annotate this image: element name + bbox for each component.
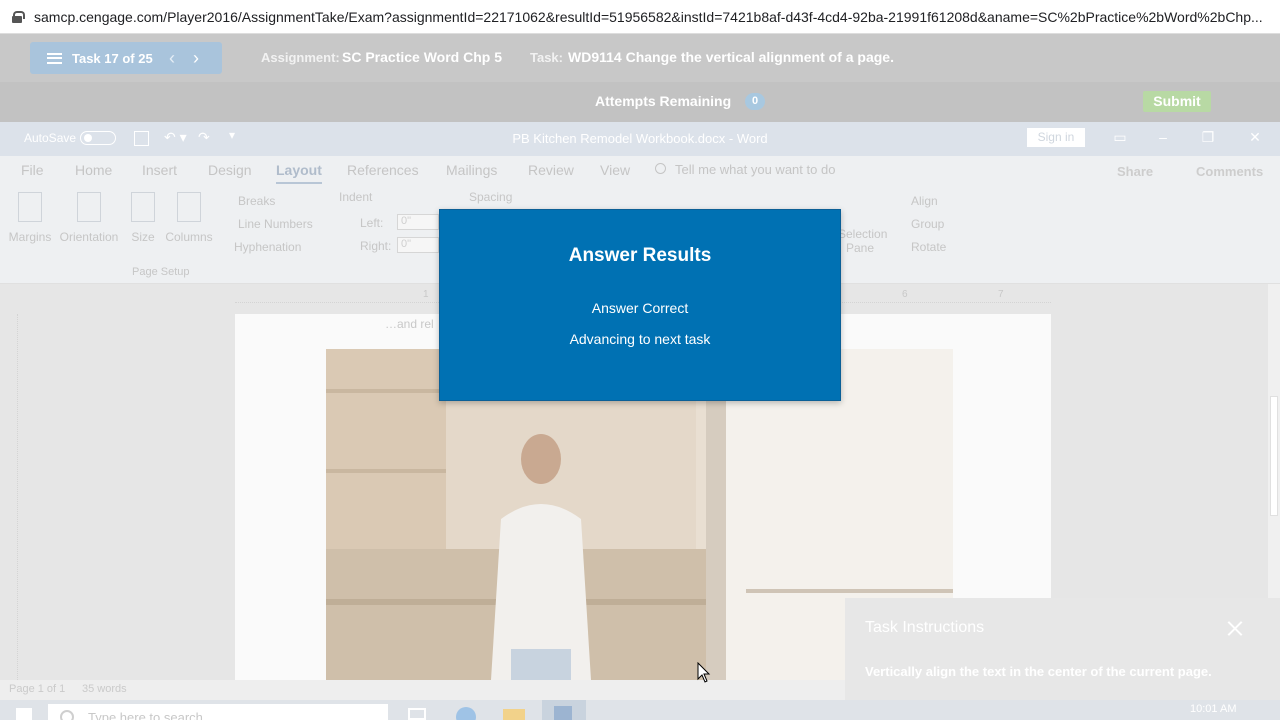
lock-icon xyxy=(12,10,25,23)
hyphenation-button[interactable]: Hyphenation xyxy=(234,240,301,254)
next-task-button[interactable]: › xyxy=(184,48,208,69)
search-icon xyxy=(60,710,74,720)
indent-right-label: Right: xyxy=(360,239,392,253)
close-icon[interactable] xyxy=(1225,618,1245,638)
ruler-number: 1 xyxy=(423,289,429,300)
comments-button[interactable]: Comments xyxy=(1196,164,1263,179)
answer-results-dialog: Answer Results Answer Correct Advancing … xyxy=(439,209,841,401)
task-name: WD9114 Change the vertical alignment of … xyxy=(568,49,894,65)
file-explorer-icon[interactable] xyxy=(503,709,525,720)
group-button[interactable]: Group xyxy=(911,217,944,231)
tab-home[interactable]: Home xyxy=(75,162,112,178)
task-view-icon[interactable] xyxy=(408,708,426,720)
ribbon-display-icon[interactable]: ▭ xyxy=(1110,129,1130,146)
task-counter[interactable]: Task 17 of 25 xyxy=(72,51,160,66)
selection-pane-label-2[interactable]: Pane xyxy=(846,241,874,255)
rotate-button[interactable]: Rotate xyxy=(911,240,946,254)
page-text: …and rel xyxy=(385,317,434,331)
page-count: Page 1 of 1 xyxy=(9,683,66,695)
tab-design[interactable]: Design xyxy=(208,162,252,178)
orientation-icon xyxy=(77,192,101,222)
minimize-icon[interactable]: – xyxy=(1153,129,1173,145)
page-setup-group-label: Page Setup xyxy=(132,266,190,278)
tell-me-search[interactable]: Tell me what you want to do xyxy=(675,162,835,177)
close-window-icon[interactable]: ✕ xyxy=(1245,129,1265,146)
task-instructions-text: Vertically align the text in the center … xyxy=(865,664,1212,679)
indent-right-input[interactable]: 0" xyxy=(397,237,439,253)
assignment-header: Task 17 of 25 ‹ › Assignment: SC Practic… xyxy=(0,34,1280,82)
indent-label: Indent xyxy=(339,190,373,204)
line-numbers-button[interactable]: Line Numbers xyxy=(238,217,313,231)
ruler-number: 6 xyxy=(902,289,908,300)
attempts-bar: Attempts Remaining 0 Submit xyxy=(0,82,1280,122)
scrollbar-thumb[interactable] xyxy=(1270,396,1278,516)
vertical-ruler xyxy=(8,314,18,680)
size-button[interactable]: Size xyxy=(128,192,158,244)
spacing-label: Spacing xyxy=(469,190,513,204)
word-icon xyxy=(554,706,572,720)
share-button[interactable]: Share xyxy=(1117,164,1153,179)
mouse-cursor-icon xyxy=(697,662,711,683)
browser-icon[interactable] xyxy=(456,707,476,720)
orientation-button[interactable]: Orientation xyxy=(56,192,122,244)
word-title-bar: AutoSave ↶ ▾ ↷ ▾ PB Kitchen Remodel Work… xyxy=(0,122,1280,156)
dialog-title: Answer Results xyxy=(568,245,712,266)
tab-layout[interactable]: Layout xyxy=(276,162,322,184)
tab-review[interactable]: Review xyxy=(528,162,574,178)
ruler-number: 7 xyxy=(998,289,1004,300)
sign-in-button[interactable]: Sign in xyxy=(1027,128,1085,147)
taskbar-search-box[interactable]: Type here to search xyxy=(48,704,388,720)
browser-address-bar[interactable]: samcp.cengage.com/Player2016/AssignmentT… xyxy=(0,0,1280,34)
columns-icon xyxy=(177,192,201,222)
task-label: Task: xyxy=(530,50,563,65)
breaks-button[interactable]: Breaks xyxy=(238,194,275,208)
indent-left-label: Left: xyxy=(360,216,384,230)
lightbulb-icon xyxy=(655,163,666,174)
menu-icon[interactable] xyxy=(47,52,62,64)
url-text[interactable]: samcp.cengage.com/Player2016/AssignmentT… xyxy=(34,9,1274,25)
windows-start-icon[interactable] xyxy=(16,708,32,720)
task-instructions-title: Task Instructions xyxy=(865,619,985,636)
indent-left-input[interactable]: 0" xyxy=(397,214,439,230)
tab-view[interactable]: View xyxy=(600,162,630,178)
word-taskbar-button[interactable] xyxy=(542,700,586,720)
tab-references[interactable]: References xyxy=(347,162,419,178)
task-navigator: Task 17 of 25 ‹ › xyxy=(30,42,222,74)
assignment-label: Assignment: xyxy=(261,50,340,65)
tab-insert[interactable]: Insert xyxy=(142,162,177,178)
tab-mailings[interactable]: Mailings xyxy=(446,162,497,178)
word-count: 35 words xyxy=(82,683,127,695)
size-icon xyxy=(131,192,155,222)
task-instructions-panel: Task Instructions Vertically align the t… xyxy=(845,598,1280,700)
restore-icon[interactable]: ❐ xyxy=(1198,129,1218,146)
taskbar-search-placeholder: Type here to search xyxy=(88,710,203,720)
assignment-name: SC Practice Word Chp 5 xyxy=(342,49,503,65)
selection-pane-label-1[interactable]: Selection xyxy=(838,227,887,241)
taskbar: Type here to search 10:01 AM xyxy=(0,700,1280,720)
margins-icon xyxy=(18,192,42,222)
answer-status: Answer Correct xyxy=(591,300,689,316)
clock-time: 10:01 AM xyxy=(1190,703,1237,715)
columns-button[interactable]: Columns xyxy=(163,192,215,244)
previous-task-button[interactable]: ‹ xyxy=(160,48,184,69)
submit-button[interactable]: Submit xyxy=(1143,91,1211,112)
document-title: PB Kitchen Remodel Workbook.docx - Word xyxy=(512,131,768,146)
ribbon-tabs: File Home Insert Design Layout Reference… xyxy=(0,156,1280,184)
align-button[interactable]: Align xyxy=(911,194,938,208)
advancing-message: Advancing to next task xyxy=(569,331,711,347)
margins-button[interactable]: Margins xyxy=(6,192,54,244)
attempts-count-badge: 0 xyxy=(745,93,765,110)
tab-file[interactable]: File xyxy=(21,162,44,178)
attempts-remaining-label: Attempts Remaining xyxy=(595,93,732,109)
